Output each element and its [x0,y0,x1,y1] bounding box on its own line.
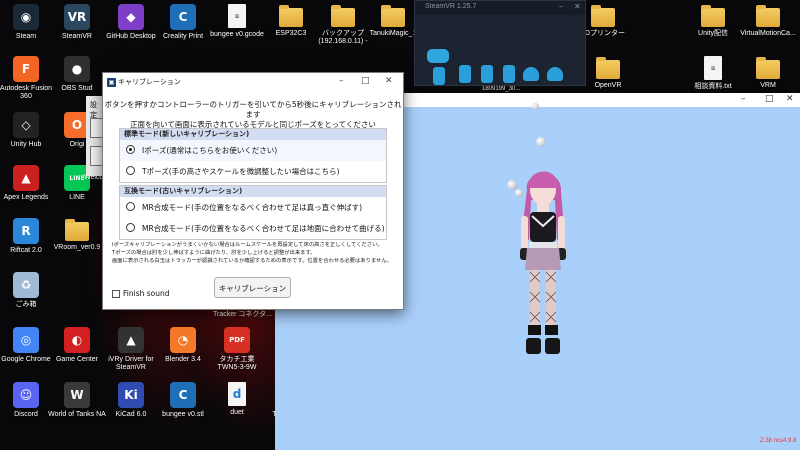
desktop-icon-label: duet [230,409,244,416]
minimize-icon[interactable]: – [741,94,746,104]
radio-i-pose-label: Iポーズ(通常はこちらをお使いください) [142,146,278,155]
standard-mode-header: 標準モード(新しいキャリブレーション) [120,129,386,140]
desktop-icon[interactable]: d duet [204,382,270,417]
desktop-icon[interactable]: VRM [735,56,800,90]
avatar-model [520,171,566,354]
tracker-icon [503,65,515,83]
radio-button-icon[interactable] [126,145,135,154]
recycle-bin-icon: ♻ [13,272,39,298]
desktop-icon-label: ごみ箱 [15,301,37,308]
app-icon: ▣ [107,78,116,87]
radio-t-pose[interactable]: Tポーズ(手の高さやスケールを微調整したい場合はこちら) [120,161,386,182]
radio-mr-bent-legs-label: MR合成モード(手の位置をなるべく合わせて足は地面に合わせて曲げる) [142,224,385,233]
folder-icon [596,57,620,79]
steamvr-status-window[interactable]: SteamVR 1.25.7 – ✕ [414,0,586,86]
folder-icon [756,5,780,27]
duet-file-icon: d [228,382,246,406]
steamvr-device-row [423,49,583,85]
tracker-sphere [536,137,546,147]
calibration-notes: Iポーズキャリブレーションがうまくいかない場合はルームスケールを再設定して床の高… [112,241,402,266]
fusion360-icon: F [13,56,39,82]
stl-file-icon: C [170,382,196,408]
radio-t-pose-label: Tポーズ(手の高さやスケールを微調整したい場合はこちら) [142,167,340,176]
folder-icon [65,219,89,241]
chrome-icon: ◎ [13,327,39,353]
folder-icon [279,5,303,27]
desktop-icon-label: VRoom_ver0.9 [53,244,101,251]
desktop-icon[interactable]: VirtualMotionCa... [735,4,800,38]
world-of-tanks-icon: W [64,382,90,408]
radio-button-icon[interactable] [126,166,135,175]
desktop-icon[interactable]: ● OBS Stud [44,56,110,93]
standard-mode-group: 標準モード(新しいキャリブレーション) Iポーズ(通常はこちらをお使いください)… [119,128,387,183]
apex-legends-icon: ▲ [13,165,39,191]
radio-button-icon[interactable] [126,202,135,211]
base-station-icon [547,67,563,81]
riftcat-icon: R [13,218,39,244]
minimize-icon[interactable]: – [339,76,344,86]
instruction-text: ボタンを押すかコントローラーのトリガーを引いてから5秒後にキャリブレーションされ… [103,100,403,130]
controller-icon [433,67,445,85]
compat-mode-group: 互換モード(古いキャリブレーション) MR合成モード(手の位置をなるべく合わせて… [119,185,387,240]
radio-mr-straight-legs[interactable]: MR合成モード(手の位置をなるべく合わせて足は真っ直ぐ伸ばす) [120,197,386,218]
desktop-icon-label: OBS Stud [61,85,93,92]
note-line: 画面に表示される白玉はトラッカーが認識されているか確認するための表示です。位置を… [112,258,392,265]
desktop-icon-label: LINE [69,194,85,201]
calibration-dialog[interactable]: ▣ キャリブレーション – □ ✕ ボタンを押すかコントローラーのトリガーを引い… [102,72,404,310]
pdf-file-icon: PDF [224,327,250,353]
close-icon[interactable]: ✕ [385,76,393,86]
headset-icon [427,49,449,63]
tracker-sphere [532,103,539,110]
desktop-icon-label: VRM [760,82,776,89]
game-center-icon: ◐ [64,327,90,353]
note-line: Iポーズキャリブレーションがうまくいかない場合はルームスケールを再設定して床の高… [112,242,383,248]
obs-icon: ● [64,56,90,82]
radio-mr-bent-legs[interactable]: MR合成モード(手の位置をなるべく合わせて足は地面に合わせて曲げる) [120,218,386,239]
desktop-icon[interactable]: ♻ ごみ箱 [0,272,59,309]
github-desktop-icon: ◆ [118,4,144,30]
radio-button-icon[interactable] [126,223,135,232]
finish-sound-checkbox[interactable] [112,290,120,298]
vr-preview-watermark: Z:38 ncs4.9.8 [760,438,797,444]
maximize-icon[interactable]: □ [361,76,370,86]
calibrate-button[interactable]: キャリブレーション [214,277,291,298]
text-file-icon: ≡ [704,56,722,80]
desktop-icon-label: VirtualMotionCa... [740,30,796,37]
steamvr-title: SteamVR 1.25.7 [425,3,477,10]
steamvr-titlebar[interactable]: SteamVR 1.25.7 – ✕ [415,1,585,15]
folder-icon [591,5,615,27]
kicad-icon: Ki [118,382,144,408]
tracker-icon [459,65,471,83]
dialog-titlebar[interactable]: ▣ キャリブレーション – □ ✕ [103,73,403,91]
gcode-file-icon: ≡ [228,4,246,28]
folder-icon [756,57,780,79]
radio-mr-straight-legs-label: MR合成モード(手の位置をなるべく合わせて足は真っ直ぐ伸ばす) [142,203,363,212]
folder-icon [381,5,405,27]
steamvr-icon: VR [64,4,90,30]
desktop: ◉ Steam VR SteamVR ◆ GitHub Desktop C Creality … [0,0,800,450]
tracker-partial-label: Tracker コネクタ... [213,311,272,318]
blender-icon: ◔ [170,327,196,353]
minimize-icon[interactable]: – [559,2,563,11]
vroom-adjacent-partial-label: 1809199_30... [482,86,521,92]
maximize-icon[interactable]: □ [765,94,774,104]
folder-icon [331,5,355,27]
base-station-icon [523,67,539,81]
dialog-title: キャリブレーション [118,78,181,86]
unity-hub-icon: ◇ [13,112,39,138]
radio-i-pose[interactable]: Iポーズ(通常はこちらをお使いください) [120,140,386,161]
steam-icon: ◉ [13,4,39,30]
compat-mode-header: 互換モード(古いキャリブレーション) [120,186,386,197]
close-icon[interactable]: ✕ [574,2,581,11]
creality-print-icon: C [170,4,196,30]
tracker-icon [481,65,493,83]
finish-sound-label[interactable]: Finish sound [123,289,170,298]
discord-icon: ☺ [13,382,39,408]
ivry-icon: ▲ [118,327,144,353]
instruction-line-1: ボタンを押すかコントローラーのトリガーを引いてから5秒後にキャリブレーションされ… [104,100,402,119]
folder-icon [701,5,725,27]
note-line: Tポーズの場合は肘を少し伸ばすように曲げたり、肘を少し上げると調整が出来ます。 [112,250,316,257]
close-icon[interactable]: ✕ [786,94,794,104]
desktop-icon[interactable]: VRoom_ver0.9 [44,218,110,252]
